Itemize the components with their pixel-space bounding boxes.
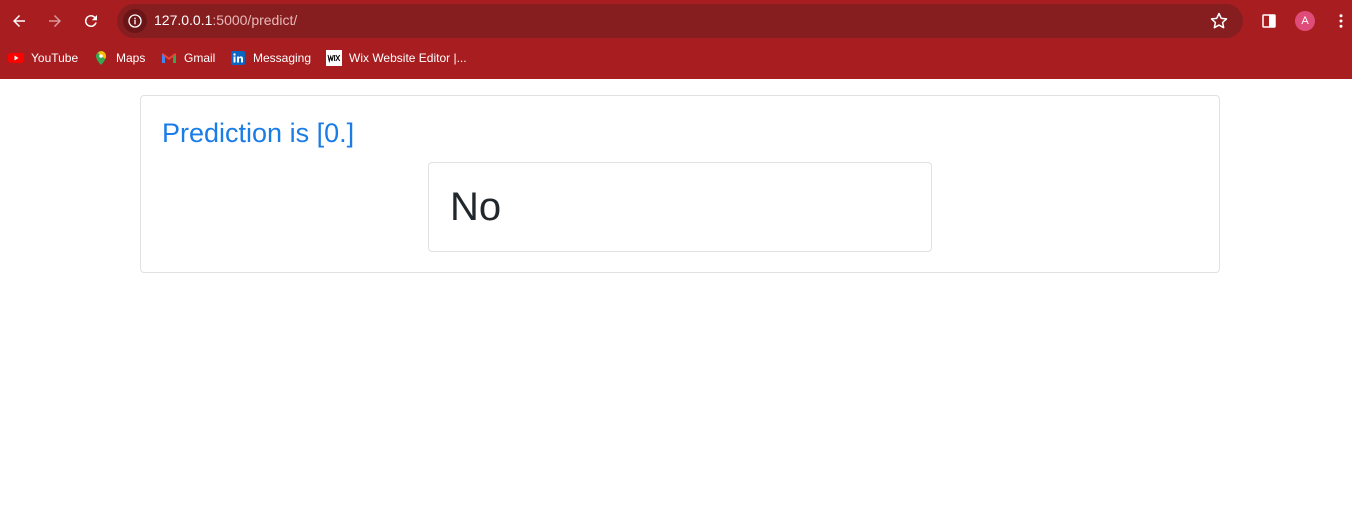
page-title: Prediction is [0.] [162, 118, 355, 148]
reload-button[interactable] [78, 8, 104, 34]
url-host: 127.0.0.1 [154, 12, 213, 28]
back-button[interactable] [6, 8, 32, 34]
kebab-menu-icon [1339, 14, 1343, 28]
star-icon[interactable] [1209, 11, 1229, 31]
bookmark-youtube[interactable]: YouTube [8, 46, 78, 70]
info-icon [128, 14, 142, 28]
bookmark-gmail[interactable]: Gmail [161, 46, 215, 70]
bookmark-label: Maps [116, 51, 146, 65]
bookmarks-bar: YouTube Maps Gmail Messaging Wix Website… [0, 46, 1352, 70]
browser-chrome: 127.0.0.1:5000/predict/ A YouTube Maps G… [0, 0, 1352, 79]
bookmark-label: Gmail [184, 51, 216, 65]
forward-arrow-icon [49, 15, 61, 27]
url-path: :5000/predict/ [212, 12, 298, 28]
bookmark-label: Messaging [253, 51, 312, 65]
result-box: No [428, 162, 932, 252]
browser-menu-button[interactable] [1329, 9, 1352, 33]
back-arrow-icon [13, 15, 25, 27]
reload-icon [84, 15, 97, 28]
bookmark-maps[interactable]: Maps [93, 46, 145, 70]
forward-button[interactable] [42, 8, 68, 34]
wix-icon [326, 50, 342, 66]
bookmark-messaging[interactable]: Messaging [230, 46, 311, 70]
bookmark-wix[interactable]: Wix Website Editor |... [326, 46, 467, 70]
prediction-card: Prediction is [0.] No [140, 95, 1220, 273]
address-bar[interactable]: 127.0.0.1:5000/predict/ [117, 4, 1243, 38]
bookmark-label: Wix Website Editor |... [349, 51, 467, 65]
gmail-icon [161, 50, 177, 66]
browser-toolbar: 127.0.0.1:5000/predict/ A [0, 0, 1352, 42]
maps-icon [93, 50, 109, 66]
linkedin-icon [230, 50, 246, 66]
side-panel-icon [1262, 14, 1276, 28]
url-text[interactable]: 127.0.0.1:5000/predict/ [154, 12, 297, 28]
site-info-button[interactable] [123, 9, 147, 33]
profile-avatar[interactable]: A [1295, 11, 1315, 31]
side-panel-button[interactable] [1257, 9, 1281, 33]
bookmark-label: YouTube [31, 51, 79, 65]
youtube-icon [8, 50, 24, 66]
prediction-result: No [450, 185, 502, 229]
